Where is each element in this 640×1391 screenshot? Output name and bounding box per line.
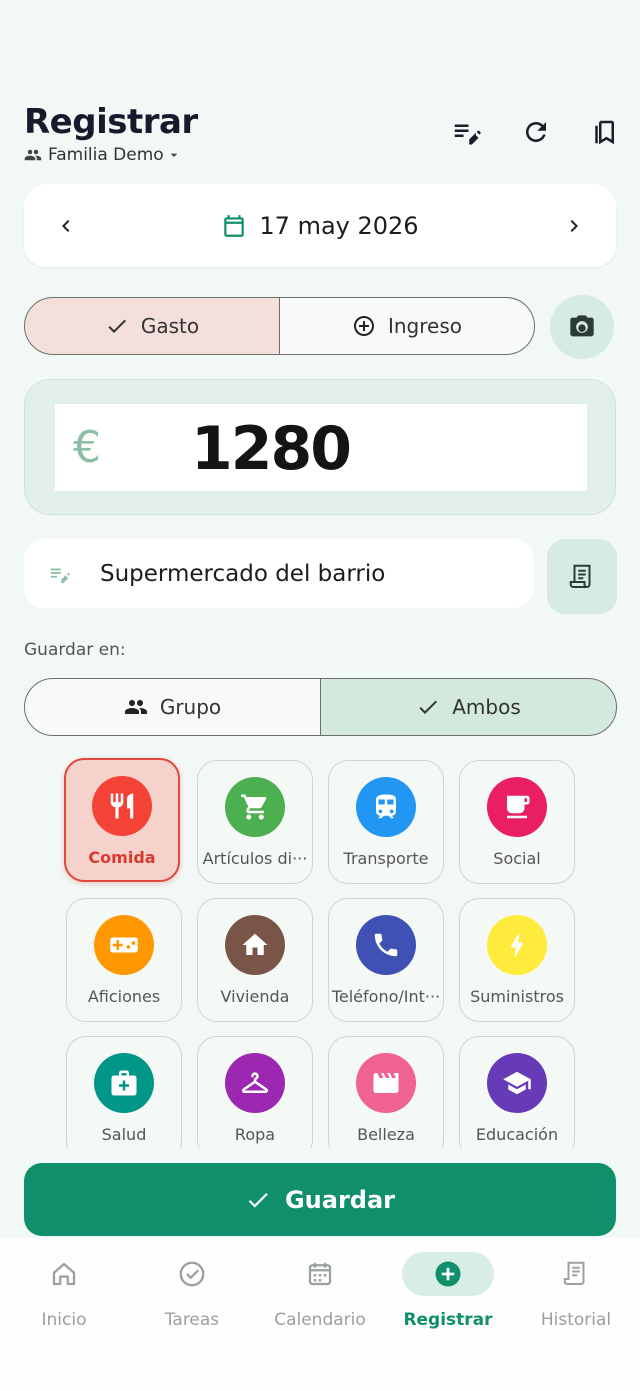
nav-item-tareas[interactable]: Tareas (128, 1252, 256, 1330)
category-educacion[interactable]: Educación (459, 1036, 575, 1155)
receipt-icon (569, 564, 591, 588)
save-button[interactable]: Guardar (24, 1163, 616, 1236)
check-icon (419, 700, 438, 714)
check-icon (108, 319, 126, 333)
category-vivienda[interactable]: Vivienda (197, 898, 313, 1022)
family-selector-label: Familia Demo (48, 145, 164, 165)
currency-symbol: € (73, 422, 101, 473)
category-salud[interactable]: Salud (66, 1036, 182, 1155)
category-suministros[interactable]: Suministros (459, 898, 575, 1022)
date-selector: 17 may 2026 (24, 184, 616, 267)
caret-down-icon (170, 153, 178, 157)
cup-icon (487, 777, 547, 837)
edit-list-icon (454, 124, 481, 145)
bottom-navigation: Inicio Tareas Calendario Registrar Histo… (0, 1238, 640, 1391)
refresh-button[interactable] (518, 114, 554, 150)
description-value: Supermercado del barrio (100, 560, 386, 587)
category-aficiones[interactable]: Aficiones (66, 898, 182, 1022)
amount-input[interactable]: € 1280 (55, 404, 587, 491)
category-articulos[interactable]: Artículos di··· (197, 760, 313, 884)
cart-icon (225, 777, 285, 837)
home-icon (225, 915, 285, 975)
edit-list-button[interactable] (448, 114, 484, 150)
category-label: Ropa (234, 1125, 276, 1144)
clapper-icon (356, 1053, 416, 1113)
save-both-toggle[interactable]: Ambos (320, 678, 617, 736)
category-ropa[interactable]: Ropa (197, 1036, 313, 1155)
amount-card: € 1280 (24, 379, 616, 515)
bolt-icon (487, 915, 547, 975)
add-circle-outline-icon (353, 316, 374, 336)
receipt-button[interactable] (547, 539, 617, 614)
camera-button[interactable] (550, 295, 614, 359)
restaurant-icon (92, 776, 152, 836)
category-transporte[interactable]: Transporte (328, 760, 444, 884)
expense-label: Gasto (140, 314, 200, 338)
check-circle-icon (146, 1252, 238, 1296)
category-belleza[interactable]: Belleza (328, 1036, 444, 1155)
nav-item-inicio[interactable]: Inicio (0, 1252, 128, 1330)
calendar-icon (274, 1252, 366, 1296)
train-icon (356, 777, 416, 837)
family-selector[interactable]: Familia Demo (24, 145, 182, 165)
save-group-label: Grupo (159, 695, 222, 719)
date-display[interactable]: 17 may 2026 (24, 184, 616, 267)
category-label: Transporte (343, 849, 429, 868)
income-toggle[interactable]: Ingreso (279, 297, 535, 355)
category-label: Salud (101, 1125, 147, 1144)
category-comida[interactable]: Comida (64, 758, 180, 882)
nav-label: Tareas (164, 1310, 220, 1330)
nav-label: Inicio (41, 1310, 87, 1330)
save-group-toggle[interactable]: Grupo (24, 678, 321, 736)
nav-item-calendario[interactable]: Calendario (256, 1252, 384, 1330)
category-label: Belleza (357, 1125, 415, 1144)
nav-label: Registrar (403, 1310, 493, 1330)
category-label: Artículos di··· (202, 849, 308, 868)
save-both-label: Ambos (452, 695, 521, 719)
category-label: Suministros (470, 987, 564, 1006)
add-circle-icon (402, 1252, 494, 1296)
date-value: 17 may 2026 (259, 211, 419, 240)
medkit-icon (94, 1053, 154, 1113)
check-icon (248, 1192, 268, 1208)
next-day-button[interactable] (556, 208, 592, 244)
category-social[interactable]: Social (459, 760, 575, 884)
bookmarks-button[interactable] (586, 114, 622, 150)
category-label: Teléfono/Int··· (331, 987, 441, 1006)
page-title: Registrar (24, 102, 198, 142)
category-telefono[interactable]: Teléfono/Int··· (328, 898, 444, 1022)
home-outline-icon (18, 1252, 110, 1296)
category-label: Aficiones (87, 987, 161, 1006)
nav-item-registrar[interactable]: Registrar (384, 1252, 512, 1330)
nav-label: Calendario (274, 1310, 366, 1330)
category-label: Social (493, 849, 541, 868)
phone-icon (356, 915, 416, 975)
amount-value: 1280 (191, 414, 352, 484)
nav-label: Historial (540, 1310, 612, 1330)
school-icon (487, 1053, 547, 1113)
category-label: Comida (88, 848, 156, 867)
edit-note-icon (50, 568, 70, 583)
refresh-icon (526, 122, 546, 142)
gamepad-icon (94, 915, 154, 975)
category-label: Educación (475, 1125, 559, 1144)
expense-toggle[interactable]: Gasto (24, 297, 280, 355)
description-field[interactable]: Supermercado del barrio (24, 539, 534, 608)
camera-icon (570, 315, 594, 337)
group-icon (24, 149, 42, 161)
calendar-icon (224, 214, 245, 237)
save-button-label: Guardar (284, 1185, 396, 1214)
nav-item-historial[interactable]: Historial (512, 1252, 640, 1330)
category-grid: Comida Artículos di··· Transporte Social… (0, 750, 640, 1155)
category-label: Vivienda (220, 987, 290, 1006)
chevron-right-icon (570, 220, 578, 232)
save-in-label: Guardar en: (24, 640, 126, 660)
income-label: Ingreso (387, 314, 462, 338)
receipt-icon (530, 1252, 622, 1296)
hanger-icon (225, 1053, 285, 1113)
group-icon (124, 700, 147, 714)
bookmarks-icon (595, 120, 614, 145)
